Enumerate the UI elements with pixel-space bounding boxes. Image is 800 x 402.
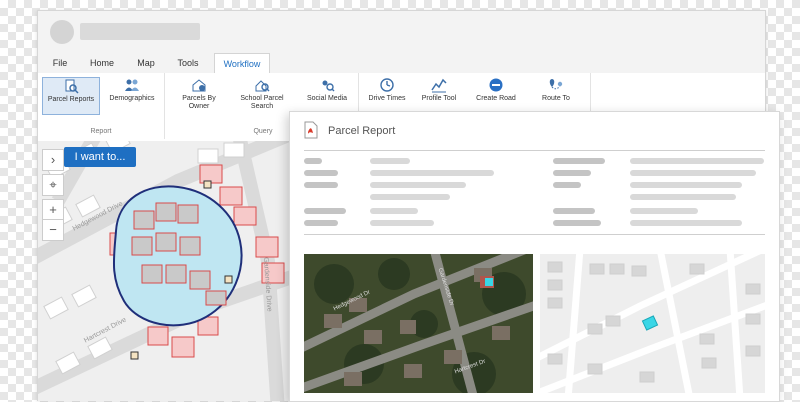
profile-tool-label: Profile Tool [421,95,457,102]
parcel-report-icon [65,79,79,94]
social-media-button[interactable]: Social Media [300,77,354,113]
drive-times-icon [380,78,394,92]
section-divider [304,234,765,235]
pdf-icon [304,121,318,139]
create-road-button[interactable]: Create Road [470,77,522,113]
tab-map[interactable]: Map [132,53,160,73]
tab-home[interactable]: Home [86,53,118,73]
app-title-placeholder [80,23,200,40]
aerial-image: Hedgewood Dr Gardenside Dr Hartcrest Dr [304,254,533,393]
school-search-icon [255,80,270,92]
crosshair-icon: ⌖ [49,177,57,192]
aerial-highlight-parcel [485,278,493,286]
i-want-to-button[interactable]: I want to... [64,147,136,167]
expand-panel-button[interactable]: › [42,149,64,171]
create-road-label: Create Road [476,95,516,102]
zoom-out-button[interactable]: − [42,219,64,241]
report-title: Parcel Report [328,125,396,137]
zoom-in-button[interactable]: + [42,199,64,221]
social-media-label: Social Media [306,95,348,102]
ribbon-tabs: File Home Map Tools Workflow [38,53,765,75]
report-group-label: Report [90,128,112,135]
profile-tool-icon [431,78,447,93]
profile-tool-button[interactable]: Profile Tool [416,77,462,113]
report-group: Parcel Reports Demographics Report [38,73,165,139]
social-media-icon [322,80,335,92]
street-map-image [540,254,765,393]
header-divider [304,150,765,151]
drive-times-label: Drive Times [368,95,406,102]
demographics-button[interactable]: Demographics [104,77,160,113]
demographics-label: Demographics [109,95,155,102]
route-to-icon [549,79,563,90]
create-road-icon [489,78,503,92]
drive-times-button[interactable]: Drive Times [364,77,410,113]
parcel-reports-label: Parcel Reports [47,96,95,103]
parcel-reports-button[interactable]: Parcel Reports [42,77,100,115]
route-to-label: Route To [542,95,570,102]
school-parcel-search-button[interactable]: School Parcel Search [232,77,292,113]
title-bar [38,11,765,53]
demographics-icon [125,79,139,91]
chevron-right-icon: › [50,152,56,167]
tab-workflow[interactable]: Workflow [214,53,270,75]
parcels-by-owner-label: Parcels By Owner [182,95,216,110]
locate-button[interactable]: ⌖ [42,174,64,196]
route-to-button[interactable]: Route To [530,77,582,113]
school-parcel-search-label: School Parcel Search [240,95,284,110]
parcel-report-panel: Parcel Report Hedgewood Dr Gardenside Dr… [289,111,780,402]
avatar[interactable] [50,20,74,44]
tab-file[interactable]: File [48,53,72,73]
tab-tools[interactable]: Tools [172,53,204,73]
parcels-by-owner-icon [192,79,206,92]
parcels-by-owner-button[interactable]: Parcels By Owner [174,77,224,113]
